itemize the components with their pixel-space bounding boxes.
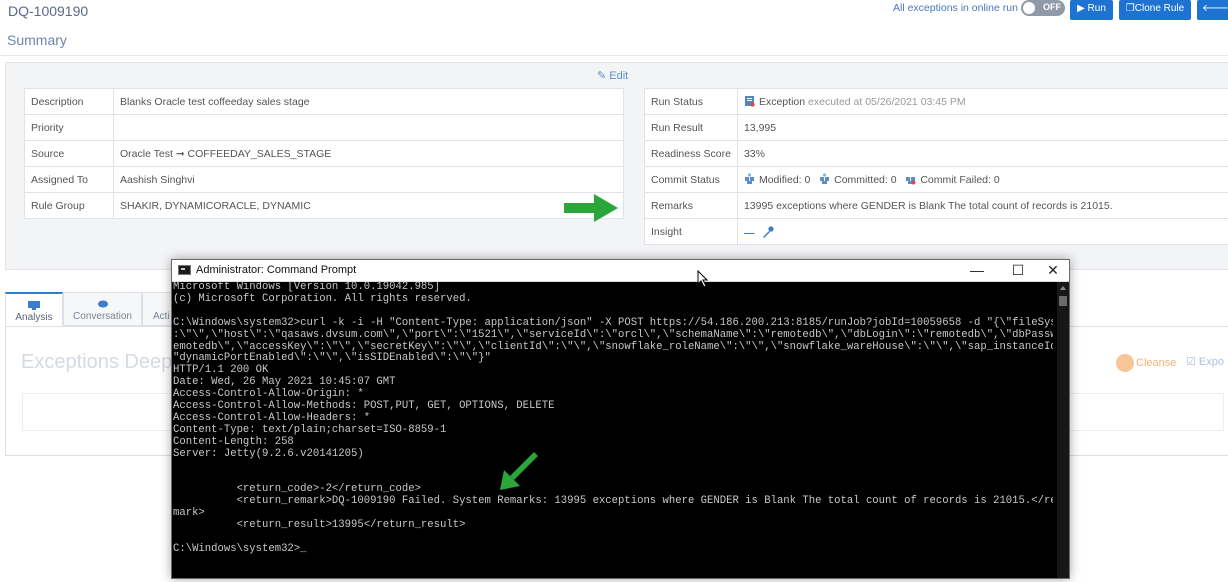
table-row: Rule Group SHAKIR, DYNAMICORACLE, DYNAMI… <box>25 193 624 219</box>
description-value: Blanks Oracle test coffeeday sales stage <box>114 89 624 115</box>
scroll-thumb[interactable] <box>1059 296 1067 306</box>
table-row: Priority <box>25 115 624 141</box>
rule-id-title: DQ-1009190 <box>8 3 88 19</box>
summary-title: Summary <box>7 32 67 48</box>
clone-rule-button[interactable]: ❐Clone Rule <box>1119 0 1191 20</box>
tab-conversation[interactable]: Conversation <box>63 292 142 326</box>
readiness-score-value: 33% <box>737 141 1228 167</box>
export-icon: ☑ <box>1186 356 1199 368</box>
table-row: Run Status Exception executed at 05/26/2… <box>645 89 1228 115</box>
tab-analysis[interactable]: Analysis <box>5 292 63 326</box>
run-button[interactable]: ▶ Run <box>1070 0 1113 20</box>
run-status-key: Run Status <box>645 89 738 115</box>
toggle-knob <box>1023 2 1035 14</box>
divider <box>0 55 1228 56</box>
remarks-key: Remarks <box>645 193 738 219</box>
eyedropper-icon[interactable] <box>761 225 775 239</box>
scroll-up-arrow-icon[interactable] <box>1060 286 1066 290</box>
toggle-label: OFF <box>1043 2 1061 12</box>
green-arrow-icon <box>562 192 620 224</box>
commit-status-key: Commit Status <box>645 167 738 193</box>
go-back-button[interactable]: 🡐 Ge <box>1197 0 1228 20</box>
cleanse-icon <box>1116 354 1134 372</box>
table-row: Remarks 13995 exceptions where GENDER is… <box>645 193 1228 219</box>
tab-activity-label: Acti <box>153 311 170 322</box>
insight-value: — <box>744 227 755 239</box>
table-row: Source Oracle Test ➞ COFFEEDAY_SALES_STA… <box>25 141 624 167</box>
cmd-console-output[interactable]: Microsoft Windows [Version 10.0.19042.98… <box>173 282 1053 582</box>
insight-cell: — <box>737 219 1228 245</box>
table-row: Insight — <box>645 219 1228 245</box>
assigned-to-value: Aashish Singhvi <box>114 167 624 193</box>
close-button[interactable]: ✕ <box>1036 260 1070 281</box>
priority-value <box>114 115 624 141</box>
committed-count: Committed: 0 <box>834 174 896 186</box>
run-result-value: 13,995 <box>737 115 1228 141</box>
mouse-cursor-icon <box>697 270 709 288</box>
run-status-cell: Exception executed at 05/26/2021 03:45 P… <box>737 89 1228 115</box>
executed-at: executed at 05/26/2021 03:45 PM <box>808 96 966 108</box>
maximize-button[interactable]: ☐ <box>1001 260 1035 281</box>
cmd-window-title: Administrator: Command Prompt <box>196 264 356 276</box>
remarks-value: 13995 exceptions where GENDER is Blank T… <box>737 193 1228 219</box>
rule-group-value: SHAKIR, DYNAMICORACLE, DYNAMIC <box>114 193 624 219</box>
minimize-button[interactable]: — <box>960 260 994 281</box>
exception-clipboard-icon <box>744 95 755 107</box>
modified-count: Modified: 0 <box>759 174 810 186</box>
table-row: Assigned To Aashish Singhvi <box>25 167 624 193</box>
commit-failed-icon <box>905 173 916 185</box>
readiness-score-key: Readiness Score <box>645 141 738 167</box>
table-row: Commit Status Modified: 0 Committed: 0 C… <box>645 167 1228 193</box>
green-arrow-down-left-icon <box>494 450 540 494</box>
commit-status-cell: Modified: 0 Committed: 0 Commit Failed: … <box>737 167 1228 193</box>
table-row: Readiness Score 33% <box>645 141 1228 167</box>
tab-conversation-label: Conversation <box>73 311 132 322</box>
edit-link[interactable]: ✎ Edit <box>597 69 628 82</box>
table-row: Description Blanks Oracle test coffeeday… <box>25 89 624 115</box>
priority-key: Priority <box>25 115 114 141</box>
exceptions-online-label: All exceptions in online run <box>893 2 1018 14</box>
commit-failed-count: Commit Failed: 0 <box>920 174 999 186</box>
table-row: Run Result 13,995 <box>645 115 1228 141</box>
online-run-toggle[interactable]: OFF <box>1021 0 1065 16</box>
console-text: Microsoft Windows [Version 10.0.19042.98… <box>173 282 1053 556</box>
export-button[interactable]: ☑ Expo <box>1186 355 1224 368</box>
cleanse-label: Cleanse <box>1136 357 1176 369</box>
cmd-titlebar[interactable]: Administrator: Command Prompt — ☐ ✕ <box>172 260 1069 282</box>
export-label: Expo <box>1199 356 1224 368</box>
description-key: Description <box>25 89 114 115</box>
cmd-scrollbar[interactable] <box>1057 282 1069 578</box>
conversation-icon <box>97 300 109 309</box>
run-result-key: Run Result <box>645 115 738 141</box>
rule-details-table: Description Blanks Oracle test coffeeday… <box>24 88 624 219</box>
assigned-to-key: Assigned To <box>25 167 114 193</box>
run-details-table: Run Status Exception executed at 05/26/2… <box>644 88 1228 245</box>
insight-key: Insight <box>645 219 738 245</box>
cmd-app-icon <box>178 265 191 275</box>
analysis-icon <box>28 301 40 310</box>
committed-records-icon <box>819 173 830 185</box>
source-key: Source <box>25 141 114 167</box>
source-value: Oracle Test ➞ COFFEEDAY_SALES_STAGE <box>114 141 624 167</box>
command-prompt-window[interactable]: Administrator: Command Prompt — ☐ ✕ Micr… <box>171 259 1070 579</box>
activity-icon-spacer <box>153 300 165 309</box>
run-status-value: Exception <box>759 96 805 108</box>
exceptions-deep-title: Exceptions Deep <box>21 351 172 374</box>
cleanse-button[interactable]: Cleanse <box>1116 354 1176 372</box>
rule-group-key: Rule Group <box>25 193 114 219</box>
tab-analysis-label: Analysis <box>15 312 52 323</box>
modified-records-icon <box>744 173 755 185</box>
